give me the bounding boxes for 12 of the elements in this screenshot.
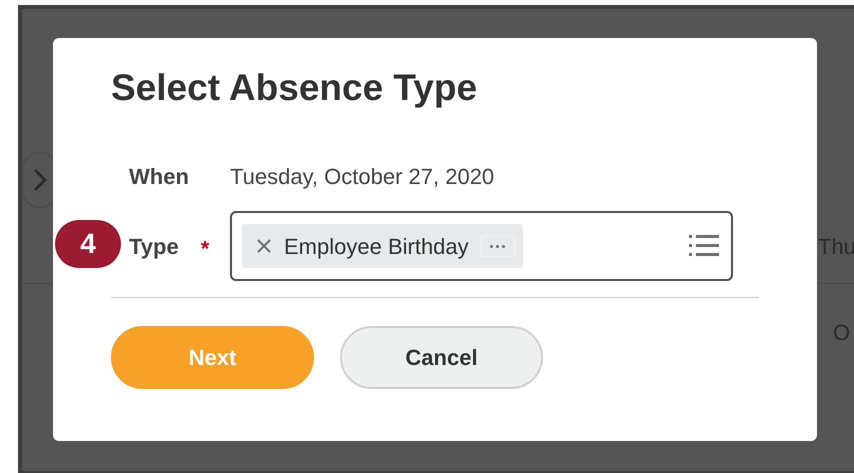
list-icon[interactable] [689, 234, 719, 258]
more-icon[interactable] [480, 235, 515, 257]
field-value: Tuesday, October 27, 2020 [230, 163, 494, 191]
type-field[interactable]: Employee Birthday [230, 211, 733, 281]
close-icon[interactable] [256, 238, 272, 254]
field-label: Type [129, 232, 179, 261]
chevron-right-icon [33, 168, 47, 192]
field-label: When [129, 163, 189, 191]
cancel-button[interactable]: Cancel [340, 326, 543, 389]
chip-label: Employee Birthday [284, 232, 469, 261]
dialog-title: Select Absence Type [111, 66, 478, 110]
required-mark: * [200, 238, 210, 260]
